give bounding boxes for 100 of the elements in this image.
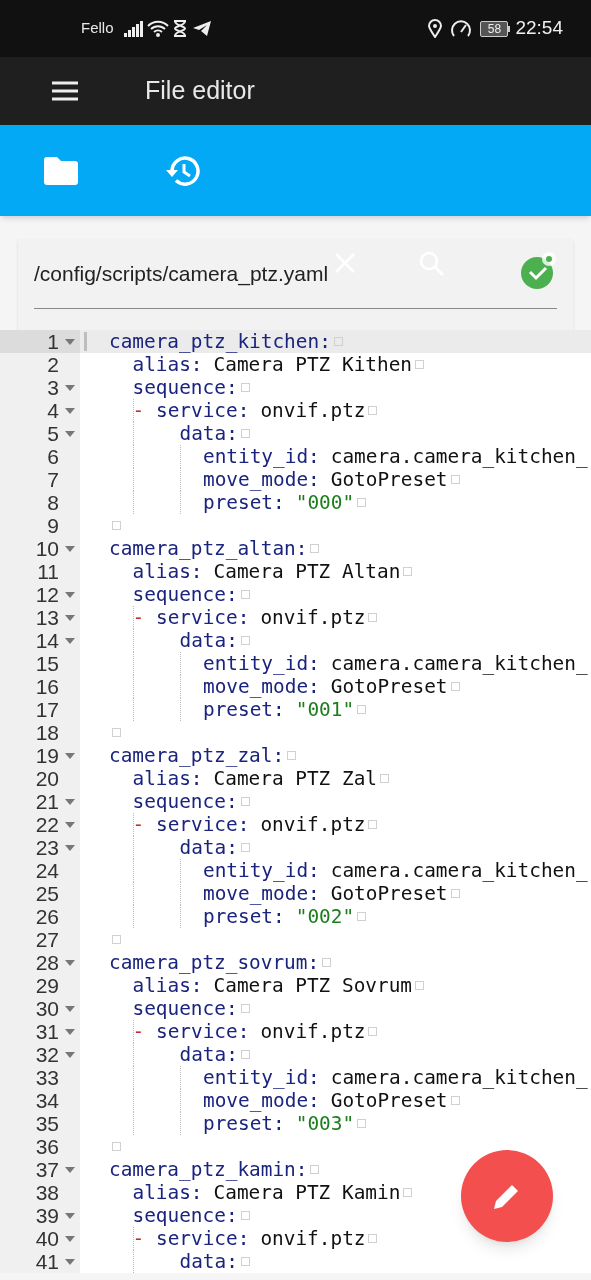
line-end-mark [112,935,121,944]
fold-arrow-icon[interactable] [65,1166,75,1173]
line-end-mark [415,360,424,369]
signal-icon [123,20,144,37]
list-dash: - [132,606,146,629]
fold-arrow-icon[interactable] [65,338,75,345]
line-number: 26 [35,905,59,928]
line-number: 31 [35,1020,59,1043]
yaml-key: service: [156,399,250,422]
app-title: File editor [145,75,255,107]
line-end-mark [403,1188,413,1197]
line-number: 23 [35,836,59,859]
line-number: 39 [35,1204,59,1227]
battery-icon: 58 [480,20,511,37]
speedometer-icon [450,19,473,38]
line-end-mark [240,1050,250,1059]
line-number: 32 [35,1043,59,1066]
fold-arrow-icon[interactable] [65,430,75,437]
line-end-mark [357,1119,367,1128]
line-end-mark [415,981,424,990]
yaml-key: preset: [203,905,285,928]
yaml-value: "003" [295,1112,355,1135]
fold-arrow-icon[interactable] [65,384,75,391]
yaml-value: Camera PTZ Altan [213,560,401,583]
yaml-value: Camera PTZ Kithen [213,353,412,376]
menu-icon [52,81,78,101]
file-path-field[interactable]: /config/scripts/camera_ptz.yaml [34,262,329,285]
fold-arrow-icon[interactable] [65,1028,75,1035]
fold-arrow-icon[interactable] [65,591,75,598]
line-end-mark [403,567,413,576]
line-end-mark [450,889,460,898]
yaml-key: camera_ptz_kitchen: [109,330,331,353]
wifi-icon [146,20,169,37]
line-end-mark [240,1211,250,1220]
line-end-mark [450,1096,460,1105]
line-number: 38 [35,1181,59,1204]
yaml-value: camera.camera_kitchen_ [330,859,588,882]
fold-arrow-icon[interactable] [65,798,75,805]
list-dash: - [132,813,146,836]
fold-arrow-icon[interactable] [65,1235,75,1242]
yaml-value: GotoPreset [330,882,448,905]
line-number: 41 [35,1250,59,1273]
yaml-key: camera_ptz_kamin: [109,1158,308,1181]
line-end-mark [240,843,250,852]
fold-arrow-icon[interactable] [65,959,75,966]
fold-arrow-icon[interactable] [65,545,75,552]
yaml-key: sequence: [132,376,238,399]
yaml-key: sequence: [132,997,238,1020]
line-number: 36 [35,1135,59,1158]
line-end-mark [450,682,460,691]
yaml-value: GotoPreset [330,1089,448,1112]
yaml-key: camera_ptz_zal: [109,744,285,767]
save-check-icon[interactable] [520,250,558,290]
folder-button[interactable] [44,155,78,186]
line-number: 13 [35,606,59,629]
yaml-key: camera_ptz_sovrum: [109,951,320,974]
line-end-mark [368,613,378,622]
fold-arrow-icon[interactable] [65,1051,75,1058]
line-end-mark [310,1165,320,1174]
line-end-mark [287,751,297,760]
fold-arrow-icon[interactable] [65,844,75,851]
yaml-key: move_mode: [203,675,320,698]
code-editor[interactable] [0,330,591,1273]
yaml-value: Camera PTZ Zal [213,767,377,790]
yaml-key: entity_id: [203,859,320,882]
fold-arrow-icon[interactable] [65,1005,75,1012]
yaml-key: data: [179,1250,238,1273]
carrier-name: Fello [81,18,114,39]
fold-arrow-icon[interactable] [65,1212,75,1219]
fold-arrow-icon[interactable] [65,752,75,759]
folder-icon [44,156,78,185]
line-number: 30 [35,997,59,1020]
fold-arrow-icon[interactable] [65,821,75,828]
yaml-value: "000" [295,491,355,514]
yaml-value: onvif.ptz [260,813,366,836]
line-end-mark [240,590,250,599]
yaml-value: onvif.ptz [260,1227,366,1250]
yaml-key: preset: [203,1112,285,1135]
history-button[interactable] [164,153,200,188]
line-number: 40 [35,1227,59,1250]
line-number: 33 [35,1066,59,1089]
line-end-mark [368,1234,378,1243]
line-number: 21 [35,790,59,813]
line-end-mark [112,1142,121,1151]
line-number: 14 [35,629,59,652]
line-number: 19 [35,744,59,767]
fold-arrow-icon[interactable] [65,637,75,644]
fold-arrow-icon[interactable] [65,1258,75,1265]
yaml-key: service: [156,1227,250,1250]
yaml-key: entity_id: [203,1066,320,1089]
yaml-key: data: [179,422,238,445]
fold-arrow-icon[interactable] [65,407,75,414]
line-end-mark [240,383,250,392]
line-end-mark [357,705,367,714]
line-number: 8 [47,491,59,514]
line-end-mark [240,1257,250,1266]
list-dash: - [132,1227,146,1250]
line-end-mark [357,912,367,921]
fold-arrow-icon[interactable] [65,614,75,621]
line-end-mark [240,797,250,806]
